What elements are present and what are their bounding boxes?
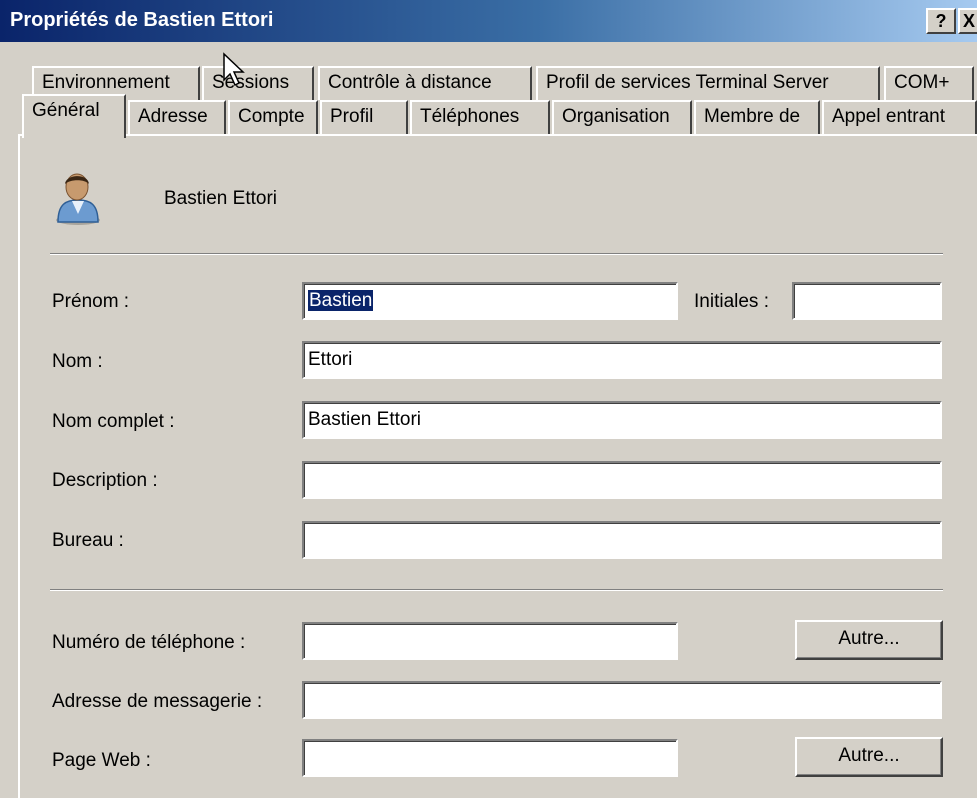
tab-organisation[interactable]: Organisation bbox=[552, 100, 692, 136]
nom-complet-label: Nom complet : bbox=[52, 411, 175, 432]
user-icon bbox=[52, 170, 104, 232]
window-title: Propriétés de Bastien Ettori bbox=[10, 9, 274, 31]
tab-profil-services-terminal-server[interactable]: Profil de services Terminal Server bbox=[536, 66, 880, 100]
tab-com-plus[interactable]: COM+ bbox=[884, 66, 974, 100]
bureau-input[interactable] bbox=[302, 521, 942, 559]
web-other-button[interactable]: Autre... bbox=[795, 737, 943, 777]
email-input[interactable] bbox=[302, 681, 942, 719]
bureau-label: Bureau : bbox=[52, 530, 124, 551]
initiales-label: Initiales : bbox=[694, 291, 769, 312]
tab-sessions[interactable]: Sessions bbox=[202, 66, 314, 100]
web-label: Page Web : bbox=[52, 750, 151, 771]
description-input[interactable] bbox=[302, 461, 942, 499]
tab-appel-entrant[interactable]: Appel entrant bbox=[822, 100, 977, 136]
initiales-input[interactable] bbox=[792, 282, 942, 320]
tab-membre-de[interactable]: Membre de bbox=[694, 100, 820, 136]
tab-controle-a-distance[interactable]: Contrôle à distance bbox=[318, 66, 532, 100]
telephone-input[interactable] bbox=[302, 622, 678, 660]
prenom-value: Bastien bbox=[308, 290, 374, 311]
mouse-cursor-icon bbox=[222, 52, 248, 94]
nom-complet-input[interactable]: Bastien Ettori bbox=[302, 401, 942, 439]
separator-bottom bbox=[50, 589, 943, 591]
title-bar[interactable]: Propriétés de Bastien Ettori ? X bbox=[0, 0, 977, 42]
description-label: Description : bbox=[52, 470, 158, 491]
nom-input[interactable]: Ettori bbox=[302, 341, 942, 379]
email-label: Adresse de messagerie : bbox=[52, 691, 263, 712]
prenom-input[interactable]: Bastien bbox=[302, 282, 678, 320]
nom-label: Nom : bbox=[52, 351, 103, 372]
tab-general[interactable]: Général bbox=[22, 94, 126, 138]
tab-profil[interactable]: Profil bbox=[320, 100, 408, 136]
tab-adresse[interactable]: Adresse bbox=[128, 100, 226, 136]
user-display-name: Bastien Ettori bbox=[164, 188, 277, 209]
nom-complet-value: Bastien Ettori bbox=[308, 409, 421, 430]
nom-value: Ettori bbox=[308, 349, 353, 370]
web-input[interactable] bbox=[302, 739, 678, 777]
telephone-other-button[interactable]: Autre... bbox=[795, 620, 943, 660]
prenom-label: Prénom : bbox=[52, 291, 130, 312]
help-button[interactable]: ? bbox=[926, 8, 956, 34]
tab-telephones[interactable]: Téléphones bbox=[410, 100, 550, 136]
separator-top bbox=[50, 253, 943, 255]
close-button[interactable]: X bbox=[958, 8, 977, 34]
telephone-label: Numéro de téléphone : bbox=[52, 632, 246, 653]
tab-compte[interactable]: Compte bbox=[228, 100, 318, 136]
